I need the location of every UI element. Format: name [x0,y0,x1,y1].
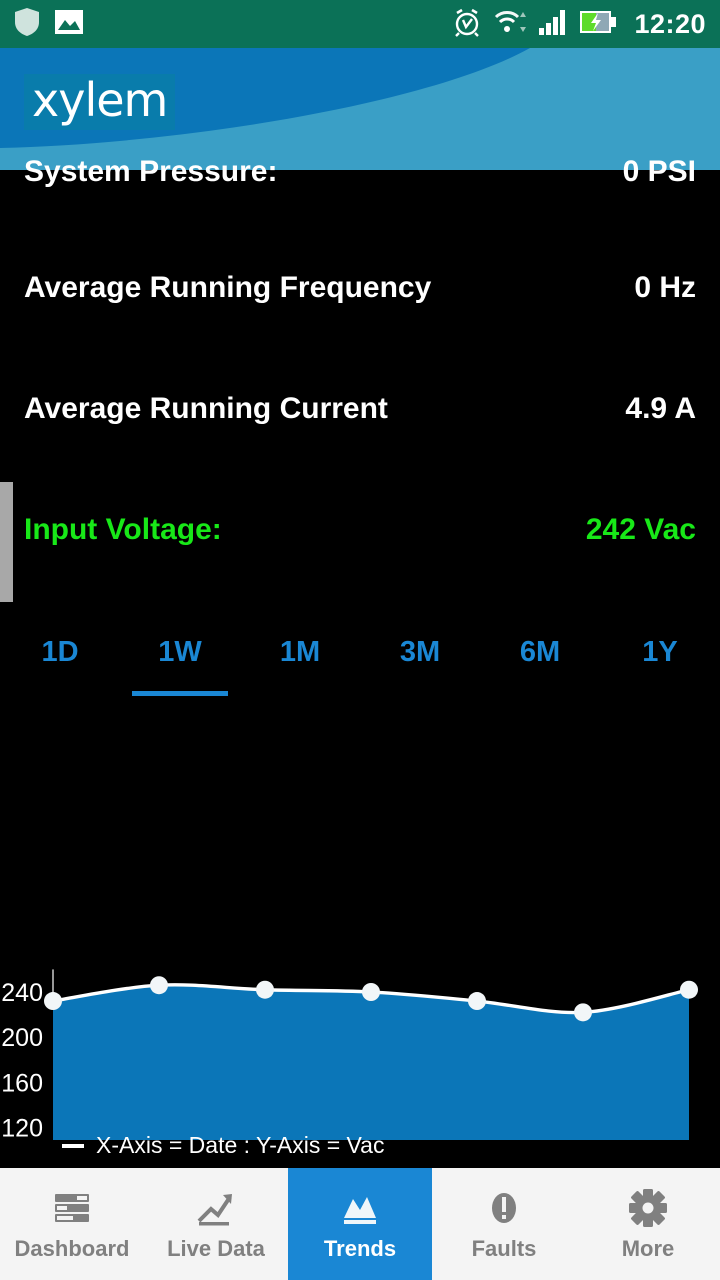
nav-label: Dashboard [14,1235,130,1261]
image-icon [54,9,84,40]
legend-label: X-Axis = Date : Y-Axis = Vac [96,1132,385,1158]
tab-label: 1W [158,636,202,668]
chart-legend: X-Axis = Date : Y-Axis = Vac [62,1132,384,1159]
reading-row-average-running-frequency: Average Running Frequency 0 Hz [0,260,720,316]
app-screen: 12:20 xylem System Pressure: 0 PSI Avera… [0,0,720,1280]
tab-1d[interactable]: 1D [0,620,120,710]
tab-3m[interactable]: 3M [360,620,480,710]
nav-label: Trends [323,1235,397,1261]
legend-line-marker [62,1143,84,1148]
status-bar-right-icons: 12:20 [452,7,706,42]
reading-value: 242 Vac [585,513,696,546]
tab-label: 1D [41,636,79,668]
gear-icon [627,1187,669,1229]
time-range-tabs: 1D 1W 1M 3M 6M 1Y [0,620,720,710]
nav-label: Live Data [167,1235,265,1261]
svg-text:160: 160 [1,1069,43,1097]
tab-label: 6M [519,636,561,668]
reading-row-system-pressure: System Pressure: 0 PSI [0,144,720,200]
nav-item-more[interactable]: More [576,1168,720,1280]
readings-scroll-area[interactable]: System Pressure: 0 PSI Average Running F… [0,155,720,1170]
nav-item-dashboard[interactable]: Dashboard [0,1168,144,1280]
svg-text:240: 240 [1,979,43,1007]
reading-label: System Pressure: [24,155,278,188]
nav-item-live-data[interactable]: Live Data [144,1168,288,1280]
nav-item-faults[interactable]: Faults [432,1168,576,1280]
chart-canvas[interactable]: 0408012016020024008/0409/0410/0411/0412/… [0,740,720,1140]
reading-row-average-running-current: Average Running Current 4.9 A [0,381,720,437]
tab-active-indicator [132,691,228,696]
reading-value: 0 Hz [634,271,696,304]
trending-up-icon [195,1187,237,1229]
exclamation-icon [483,1187,525,1229]
battery-charging-icon [579,9,617,40]
shield-icon [14,7,40,42]
tab-6m[interactable]: 6M [480,620,600,710]
alarm-icon [452,7,482,42]
reading-value: 4.9 A [625,392,696,425]
status-bar: 12:20 [0,0,720,48]
bottom-navigation-bar: Dashboard Live Data Trends Faults More [0,1168,720,1280]
signal-icon [538,8,568,41]
tab-label: 1M [279,636,321,668]
wifi-icon [493,8,527,41]
reading-value: 0 PSI [622,155,696,188]
status-bar-left-icons [14,7,84,42]
area-chart-icon [339,1187,381,1229]
svg-text:120: 120 [1,1115,43,1141]
tab-1y[interactable]: 1Y [600,620,720,710]
reading-label: Input Voltage: [24,513,222,546]
reading-label: Average Running Current [24,392,388,425]
xylem-logo: xylem [24,73,176,131]
nav-label: Faults [471,1235,537,1261]
reading-label: Average Running Frequency [24,271,432,304]
xylem-logo-text: xylem [32,73,168,127]
nav-label: More [621,1235,675,1261]
tab-label: 1Y [642,636,678,668]
nav-item-trends[interactable]: Trends [288,1168,432,1280]
status-bar-clock: 12:20 [634,8,706,39]
tab-label: 3M [399,636,441,668]
voltage-trend-chart[interactable]: 0408012016020024008/0409/0410/0411/0412/… [0,740,720,1140]
reading-row-input-voltage: Input Voltage: 242 Vac [0,502,720,558]
svg-text:200: 200 [1,1024,43,1052]
dashboard-icon [51,1187,93,1229]
tab-1m[interactable]: 1M [240,620,360,710]
tab-1w[interactable]: 1W [120,620,240,710]
